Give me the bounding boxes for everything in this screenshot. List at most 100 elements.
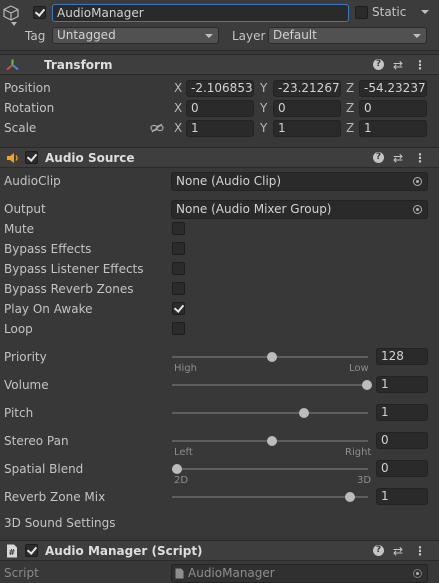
position-z-field[interactable]: -54.23237 <box>359 80 427 97</box>
rotation-z-field[interactable]: 0 <box>359 100 427 117</box>
context-menu-icon[interactable]: ⋮ <box>414 544 426 558</box>
stereo-pan-value-field[interactable]: 0 <box>376 432 428 449</box>
csharp-script-icon: # <box>7 544 17 558</box>
rotation-label: Rotation <box>4 101 55 115</box>
scale-z-axis[interactable]: Z <box>346 121 354 135</box>
stereo-pan-left-label: Left <box>174 447 193 458</box>
priority-value: 128 <box>381 349 404 363</box>
volume-value: 1 <box>381 377 389 391</box>
reverb-zone-mix-value-field[interactable]: 1 <box>376 488 428 505</box>
loop-checkbox[interactable] <box>172 322 185 335</box>
bypass-listener-effects-label: Bypass Listener Effects <box>4 262 144 276</box>
output-object-field[interactable]: None (Audio Mixer Group) <box>171 200 428 219</box>
position-x-field[interactable]: -2.106853 <box>186 80 254 97</box>
rotation-y-field[interactable]: 0 <box>273 100 341 117</box>
spatial-blend-value: 0 <box>381 461 389 475</box>
scale-y-axis[interactable]: Y <box>260 121 267 135</box>
pitch-slider-thumb[interactable] <box>298 408 309 418</box>
transform-component-header[interactable]: Transform ? ⇄ ⋮ <box>0 54 439 75</box>
spatial-blend-3d-label: 3D <box>357 475 372 486</box>
tag-label: Tag <box>25 29 46 43</box>
scale-y-value: 1 <box>278 121 286 135</box>
rotation-y-value: 0 <box>278 101 286 115</box>
rotation-y-axis[interactable]: Y <box>260 101 267 115</box>
scale-x-field[interactable]: 1 <box>186 120 254 137</box>
layer-dropdown[interactable]: Default <box>268 27 427 44</box>
constrain-proportions-link-icon[interactable] <box>150 123 164 133</box>
static-dropdown-arrow[interactable] <box>421 10 429 14</box>
position-y-axis[interactable]: Y <box>260 81 267 95</box>
static-label: Static <box>372 5 407 19</box>
scale-y-field[interactable]: 1 <box>273 120 341 137</box>
presets-icon[interactable]: ⇄ <box>393 151 403 165</box>
help-icon[interactable]: ? <box>373 545 384 556</box>
rotation-z-axis[interactable]: Z <box>346 101 354 115</box>
pitch-value-field[interactable]: 1 <box>376 404 428 421</box>
object-picker-target-icon[interactable] <box>413 177 422 186</box>
mute-checkbox[interactable] <box>172 222 185 235</box>
object-picker-target-icon[interactable] <box>413 205 422 214</box>
spatial-blend-label: Spatial Blend <box>4 462 84 476</box>
presets-icon[interactable]: ⇄ <box>393 544 403 558</box>
position-y-field[interactable]: -23.21267 <box>273 80 341 97</box>
position-x-value: -2.106853 <box>191 81 253 95</box>
scale-x-axis[interactable]: X <box>174 121 182 135</box>
audio-manager-script-component-header[interactable]: # Audio Manager (Script) ? ⇄ ⋮ <box>0 540 439 561</box>
context-menu-icon[interactable]: ⋮ <box>414 151 426 165</box>
volume-slider-track[interactable] <box>172 384 368 386</box>
output-label: Output <box>4 202 46 216</box>
spatial-blend-slider-thumb[interactable] <box>172 464 182 474</box>
stereo-pan-slider-thumb[interactable] <box>267 436 277 446</box>
output-value: None (Audio Mixer Group) <box>176 202 332 216</box>
rotation-x-value: 0 <box>191 101 199 115</box>
tag-dropdown[interactable]: Untagged <box>52 27 219 44</box>
script-enabled-checkbox[interactable] <box>25 544 38 557</box>
priority-value-field[interactable]: 128 <box>376 348 428 365</box>
spatial-blend-value-field[interactable]: 0 <box>376 460 428 477</box>
static-checkbox[interactable] <box>355 6 368 19</box>
reverb-zone-mix-slider-thumb[interactable] <box>344 492 355 502</box>
audio-source-enabled-checkbox[interactable] <box>25 151 38 164</box>
3d-sound-settings-foldout[interactable]: 3D Sound Settings <box>4 516 116 530</box>
audio-source-component-header[interactable]: Audio Source ? ⇄ ⋮ <box>0 147 439 168</box>
bypass-listener-effects-checkbox[interactable] <box>172 262 185 275</box>
script-file-icon <box>175 568 184 579</box>
script-object-field: AudioManager <box>171 564 428 583</box>
help-icon[interactable]: ? <box>373 59 384 70</box>
active-toggle-checkbox[interactable] <box>33 6 46 19</box>
audioclip-object-field[interactable]: None (Audio Clip) <box>171 172 428 191</box>
position-z-axis[interactable]: Z <box>346 81 354 95</box>
pitch-slider-track[interactable] <box>172 412 368 414</box>
reverb-zone-mix-value: 1 <box>381 489 389 503</box>
position-y-value: -23.21267 <box>278 81 340 95</box>
script-value: AudioManager <box>188 566 275 580</box>
stereo-pan-value: 0 <box>381 433 389 447</box>
play-on-awake-label: Play On Awake <box>4 302 93 316</box>
context-menu-icon[interactable]: ⋮ <box>414 58 426 72</box>
scale-label: Scale <box>4 121 37 135</box>
rotation-x-field[interactable]: 0 <box>186 100 254 117</box>
rotation-x-axis[interactable]: X <box>174 101 182 115</box>
bypass-reverb-zones-checkbox[interactable] <box>172 282 185 295</box>
position-x-axis[interactable]: X <box>174 81 182 95</box>
mute-label: Mute <box>4 222 35 236</box>
gameobject-icon-dropdown[interactable] <box>11 22 17 26</box>
rotation-z-value: 0 <box>364 101 372 115</box>
scale-z-field[interactable]: 1 <box>359 120 427 137</box>
priority-slider-thumb[interactable] <box>267 352 277 362</box>
audioclip-value: None (Audio Clip) <box>176 174 282 188</box>
bypass-effects-label: Bypass Effects <box>4 242 92 256</box>
layer-dropdown-value: Default <box>273 28 317 42</box>
volume-value-field[interactable]: 1 <box>376 376 428 393</box>
help-icon[interactable]: ? <box>373 152 384 163</box>
gameobject-name-field[interactable]: AudioManager <box>52 4 349 22</box>
transform-axes-icon <box>6 59 19 71</box>
audio-manager-script-title: Audio Manager (Script) <box>45 544 203 558</box>
spatial-blend-slider-track[interactable] <box>172 468 368 470</box>
volume-slider-thumb[interactable] <box>362 380 372 390</box>
play-on-awake-checkbox[interactable] <box>172 302 185 315</box>
reverb-zone-mix-slider-track[interactable] <box>172 496 368 498</box>
presets-icon[interactable]: ⇄ <box>393 58 403 72</box>
bypass-effects-checkbox[interactable] <box>172 242 185 255</box>
speaker-icon <box>7 153 18 163</box>
